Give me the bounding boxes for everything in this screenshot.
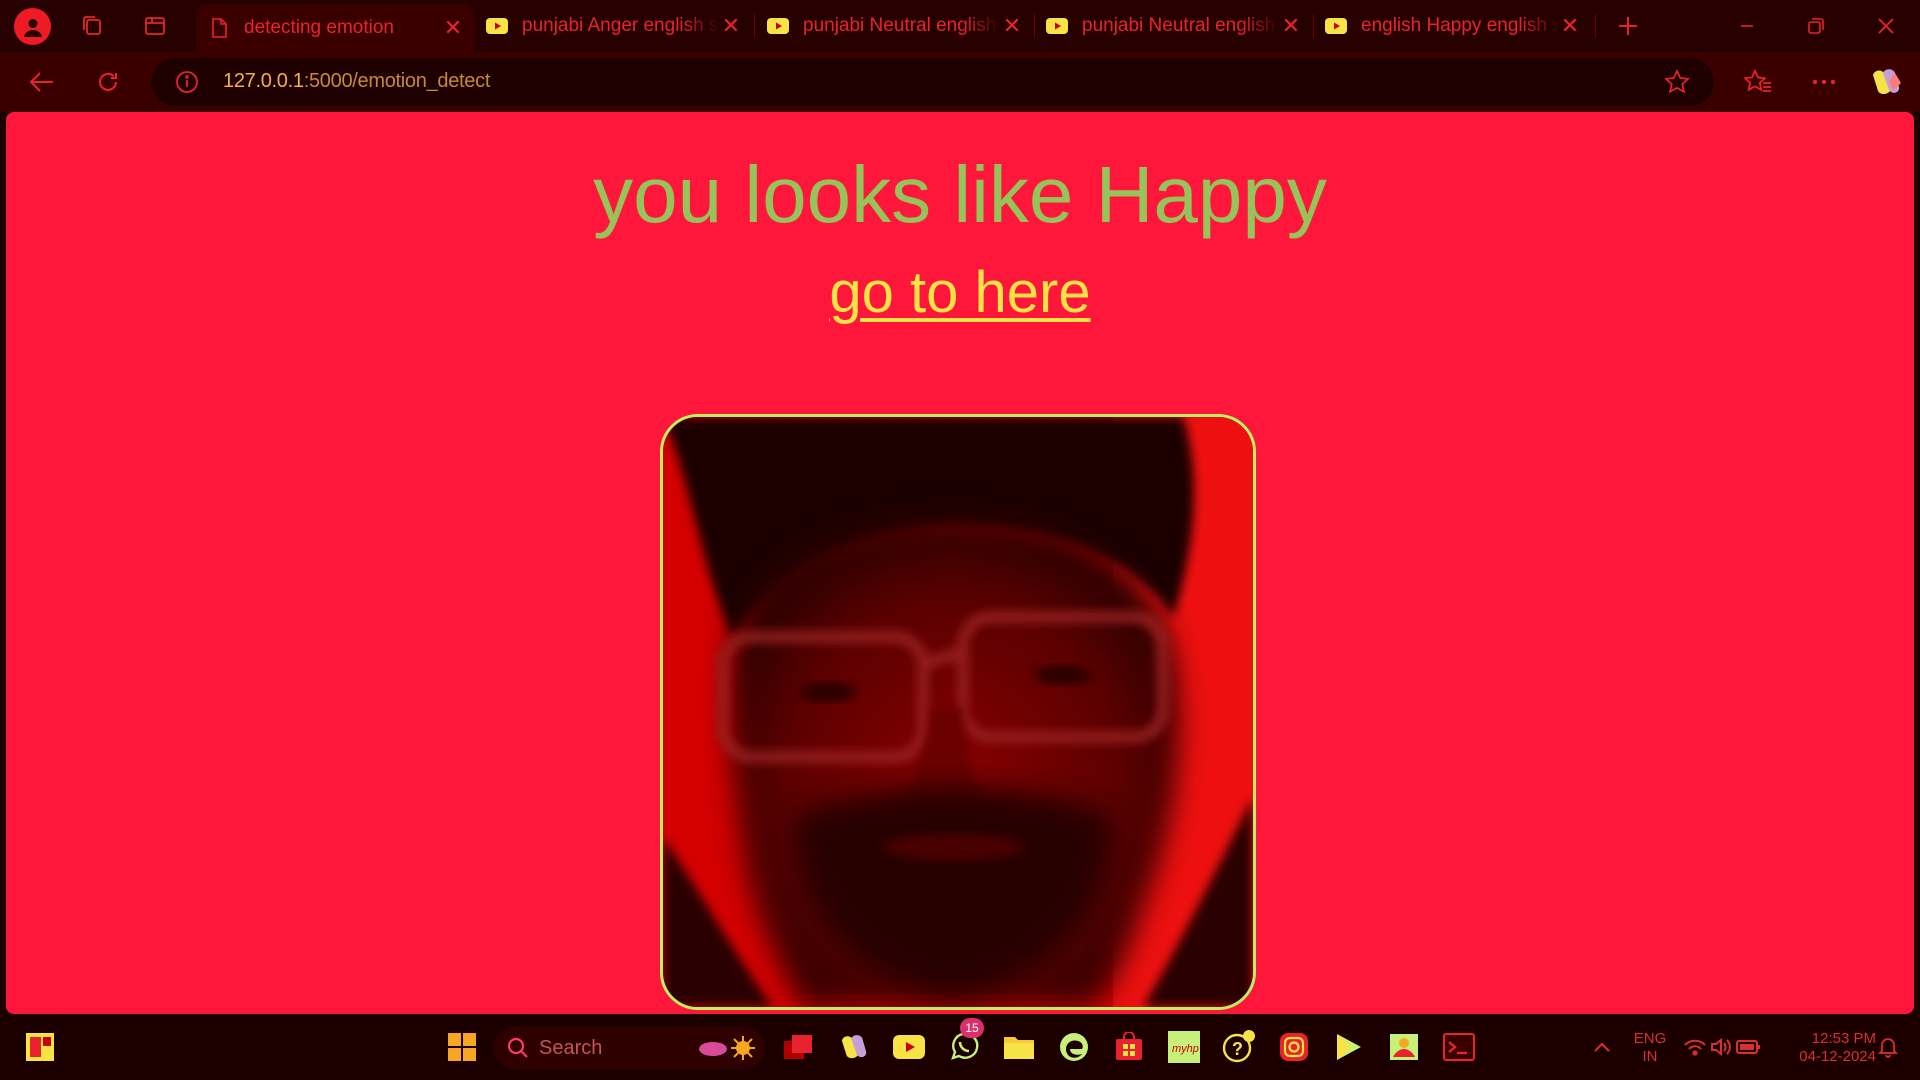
close-tab-icon[interactable]: ✕ — [1280, 13, 1302, 39]
tab-title: punjabi Neutral english songs — [1082, 15, 1280, 36]
close-window-icon[interactable] — [1866, 10, 1906, 42]
instagram-icon[interactable] — [1276, 1029, 1312, 1065]
task-view-icon[interactable] — [780, 1029, 816, 1065]
youtube-icon — [1046, 17, 1068, 35]
youtube-icon — [1325, 17, 1347, 35]
go-to-here-link[interactable]: go to here — [829, 260, 1090, 325]
close-tab-icon[interactable]: ✕ — [1559, 13, 1581, 39]
notifications-icon[interactable] — [1876, 1029, 1900, 1065]
search-icon — [507, 1037, 529, 1064]
tab-detecting-emotion[interactable]: detecting emotion ✕ — [196, 4, 474, 52]
profile-avatar-icon[interactable] — [14, 8, 51, 45]
url-path: :5000/emotion_detect — [303, 70, 491, 92]
workspaces-icon[interactable] — [80, 14, 104, 38]
favorites-icon[interactable] — [1742, 66, 1774, 98]
show-hidden-icons-chevron-icon[interactable] — [1584, 1029, 1620, 1065]
wifi-icon — [1684, 1039, 1706, 1056]
taskbar: Search 15 myhp ? ENG IN 12:53 PM 04-12-2… — [0, 1014, 1920, 1080]
clock[interactable]: 12:53 PM 04-12-2024 — [1780, 1030, 1876, 1066]
close-tab-icon[interactable]: ✕ — [720, 13, 742, 39]
face-photo — [660, 414, 1256, 1010]
svg-text:myhp: myhp — [1172, 1043, 1199, 1055]
tab-title: english Happy english songs — [1361, 15, 1559, 36]
file-explorer-icon[interactable] — [1001, 1029, 1037, 1065]
tab-actions-icon[interactable] — [143, 14, 167, 38]
copilot-app-icon[interactable] — [836, 1029, 872, 1065]
tab-youtube-1[interactable]: punjabi Anger english songs ✕ — [474, 4, 752, 48]
restore-icon[interactable] — [1796, 10, 1836, 42]
address-bar[interactable]: 127.0.0.1:5000/emotion_detect — [151, 58, 1714, 106]
favorite-star-icon[interactable] — [1664, 69, 1690, 100]
system-tray-status[interactable] — [1680, 1029, 1764, 1065]
browser-toolbar: 127.0.0.1:5000/emotion_detect — [0, 52, 1920, 112]
youtube-app-icon[interactable] — [891, 1029, 927, 1065]
copilot-icon[interactable] — [1868, 66, 1904, 98]
language-line1: ENG — [1633, 1030, 1667, 1047]
tab-youtube-3[interactable]: punjabi Neutral english songs ✕ — [1034, 4, 1312, 48]
reload-icon[interactable] — [92, 66, 124, 98]
emotion-result-heading: you looks like Happy — [593, 150, 1327, 239]
myhp-icon[interactable]: myhp — [1166, 1029, 1202, 1065]
microsoft-store-icon[interactable] — [1111, 1029, 1147, 1065]
whatsapp-badge: 15 — [960, 1018, 984, 1038]
clock-date: 04-12-2024 — [1799, 1048, 1876, 1065]
document-icon — [208, 18, 230, 38]
battery-icon — [1736, 1040, 1760, 1054]
tab-title: punjabi Neutral english songs — [803, 15, 1001, 36]
help-icon[interactable]: ? — [1221, 1029, 1257, 1065]
tab-youtube-4[interactable]: english Happy english songs ✕ — [1313, 4, 1591, 48]
url-text: 127.0.0.1:5000/emotion_detect — [223, 70, 490, 93]
youtube-icon — [767, 17, 789, 35]
photos-app-icon[interactable] — [1386, 1029, 1422, 1065]
svg-text:?: ? — [1232, 1039, 1243, 1059]
search-placeholder: Search — [539, 1037, 603, 1059]
face-photo-image — [663, 417, 1253, 1007]
clock-time: 12:53 PM — [1811, 1030, 1876, 1047]
tab-youtube-2[interactable]: punjabi Neutral english songs ✕ — [755, 4, 1033, 48]
search-highlight-icon — [699, 1035, 759, 1066]
new-tab-icon[interactable] — [1616, 14, 1640, 38]
language-indicator[interactable]: ENG IN — [1630, 1030, 1670, 1066]
close-tab-icon[interactable]: ✕ — [1001, 13, 1023, 39]
taskbar-search[interactable]: Search — [493, 1027, 765, 1069]
tab-title: punjabi Anger english songs — [522, 15, 720, 36]
volume-icon — [1711, 1037, 1731, 1057]
back-icon[interactable] — [26, 66, 58, 98]
youtube-icon — [486, 17, 508, 35]
page-viewport: you looks like Happy go to here — [6, 112, 1914, 1014]
google-play-icon[interactable] — [1331, 1029, 1367, 1065]
close-tab-icon[interactable]: ✕ — [442, 15, 464, 41]
start-icon[interactable] — [444, 1029, 480, 1065]
url-host: 127.0.0.1 — [223, 70, 304, 92]
terminal-icon[interactable] — [1441, 1029, 1477, 1065]
tab-strip: detecting emotion ✕ punjabi Anger englis… — [0, 0, 1920, 52]
minimize-icon[interactable] — [1727, 10, 1767, 42]
edge-icon[interactable] — [1056, 1029, 1092, 1065]
widgets-icon[interactable] — [22, 1029, 58, 1065]
language-line2: IN — [1642, 1048, 1658, 1065]
site-info-icon[interactable] — [175, 70, 199, 99]
go-to-here-link-wrapper: go to here — [6, 258, 1914, 328]
more-menu-icon[interactable] — [1808, 66, 1840, 98]
tab-title: detecting emotion — [244, 17, 394, 38]
tab-separator — [1595, 14, 1596, 38]
